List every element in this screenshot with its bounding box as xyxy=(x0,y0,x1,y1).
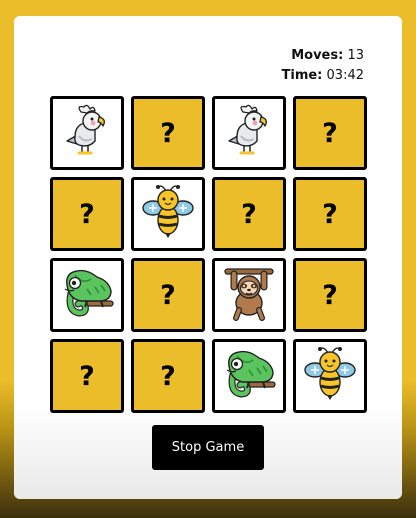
moves-label: Moves: xyxy=(291,48,344,63)
stop-game-button[interactable]: Stop Game xyxy=(152,425,264,470)
timer: Time: 03:42 xyxy=(282,66,365,86)
memory-card[interactable] xyxy=(212,339,286,413)
chameleon-icon xyxy=(57,263,117,327)
moves-value: 13 xyxy=(347,48,364,63)
question-mark: ? xyxy=(322,279,338,311)
time-value: 03:42 xyxy=(326,68,364,83)
sloth-icon xyxy=(219,263,279,327)
question-mark: ? xyxy=(79,360,95,392)
time-label: Time: xyxy=(281,68,323,83)
memory-card[interactable] xyxy=(293,339,367,413)
memory-card[interactable]: ? xyxy=(131,96,205,170)
memory-card[interactable]: ? xyxy=(50,177,124,251)
bee-icon xyxy=(300,344,360,408)
memory-card[interactable] xyxy=(50,258,124,332)
question-mark: ? xyxy=(241,198,257,230)
memory-card[interactable] xyxy=(50,96,124,170)
question-mark: ? xyxy=(322,117,338,149)
cockatoo-icon xyxy=(57,101,117,165)
memory-card[interactable]: ? xyxy=(131,339,205,413)
question-mark: ? xyxy=(160,117,176,149)
question-mark: ? xyxy=(160,279,176,311)
memory-card[interactable]: ? xyxy=(131,258,205,332)
memory-card[interactable] xyxy=(212,96,286,170)
question-mark: ? xyxy=(160,360,176,392)
cockatoo-icon xyxy=(219,101,279,165)
stats-panel: Moves: 13 Time: 03:42 xyxy=(282,46,365,86)
memory-card[interactable] xyxy=(131,177,205,251)
memory-card[interactable]: ? xyxy=(212,177,286,251)
memory-card[interactable]: ? xyxy=(293,258,367,332)
bee-icon xyxy=(138,182,198,246)
moves-counter: Moves: 13 xyxy=(282,46,364,66)
memory-card[interactable]: ? xyxy=(50,339,124,413)
memory-card[interactable]: ? xyxy=(293,177,367,251)
question-mark: ? xyxy=(79,198,95,230)
memory-card[interactable]: ? xyxy=(293,96,367,170)
question-mark: ? xyxy=(322,198,338,230)
memory-card[interactable] xyxy=(212,258,286,332)
card-grid: ? ?? ?? ? ? ? ? xyxy=(50,96,367,413)
chameleon-icon xyxy=(219,344,279,408)
